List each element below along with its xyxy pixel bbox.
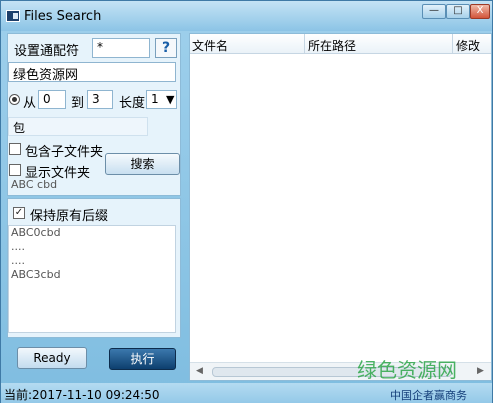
status-right-text: 中国企者赢商务: [390, 389, 467, 402]
range-radio[interactable]: [9, 94, 20, 105]
column-path[interactable]: 所在路径: [308, 37, 356, 54]
column-modified[interactable]: 修改: [456, 37, 480, 54]
close-button[interactable]: X: [470, 4, 490, 19]
list-item: ....: [11, 240, 25, 253]
from-input[interactable]: 0: [38, 90, 66, 109]
preview-list: ABC0cbd .... .... ABC3cbd: [8, 225, 176, 333]
column-filename[interactable]: 文件名: [192, 37, 228, 54]
chevron-down-icon: ▼: [166, 93, 175, 106]
watermark-logo: 绿色资源网: [357, 358, 457, 382]
execute-button[interactable]: 执行: [109, 348, 176, 370]
length-value: 1: [151, 92, 159, 106]
window-title: Files Search: [24, 9, 102, 24]
wildcard-label: 设置通配符: [14, 44, 80, 59]
name-text-input[interactable]: 绿色资源网: [8, 62, 176, 82]
list-item: ABC3cbd: [11, 268, 61, 281]
list-item: ....: [11, 254, 25, 267]
include-subfolders-label: 包含子文件夹: [25, 145, 104, 160]
scroll-left-icon[interactable]: ◀: [196, 366, 203, 376]
column-divider[interactable]: [452, 34, 453, 54]
keep-suffix-label: 保持原有后缀: [30, 209, 109, 224]
current-time: 当前:2017-11-10 09:24:50: [4, 388, 160, 402]
results-grid[interactable]: 文件名 所在路径 修改 ◀ ▶: [189, 33, 492, 381]
app-icon: [6, 10, 20, 22]
minimize-button[interactable]: —: [422, 4, 446, 19]
search-button[interactable]: 搜索: [105, 153, 180, 175]
length-select[interactable]: 1 ▼: [146, 90, 177, 109]
length-label: 长度: [119, 96, 146, 111]
column-divider[interactable]: [304, 34, 305, 54]
grid-header: 文件名 所在路径 修改: [190, 34, 491, 54]
contains-input[interactable]: 包: [8, 117, 148, 136]
scroll-right-icon[interactable]: ▶: [477, 366, 484, 376]
title-bar: Files Search — □ X: [1, 1, 492, 31]
help-button[interactable]: ?: [155, 38, 177, 58]
to-input[interactable]: 3: [87, 90, 113, 109]
include-subfolders-checkbox[interactable]: [9, 143, 21, 155]
ready-button[interactable]: Ready: [17, 347, 87, 369]
keep-suffix-checkbox[interactable]: ✓: [13, 207, 25, 219]
wildcard-input[interactable]: *: [92, 38, 150, 58]
maximize-button[interactable]: □: [446, 4, 470, 19]
app-window: Files Search — □ X 设置通配符 * ? 绿色资源网 从 0 到…: [0, 0, 493, 403]
from-label: 从: [23, 96, 37, 111]
status-bar: 当前:2017-11-10 09:24:50 中国企者赢商务: [1, 383, 492, 403]
show-folders-checkbox[interactable]: [9, 164, 21, 176]
to-label: 到: [71, 96, 85, 111]
preview-ghost-text: ABC cbd: [11, 178, 58, 191]
list-item: ABC0cbd: [11, 226, 61, 239]
